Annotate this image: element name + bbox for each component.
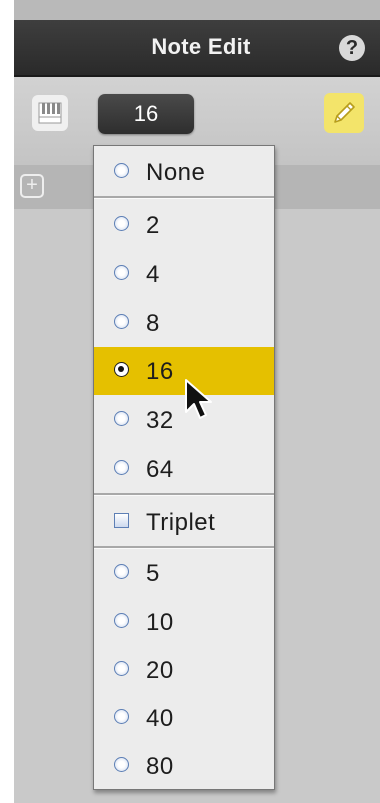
menu-separator [94, 493, 274, 496]
menu-item-label: 2 [146, 212, 160, 239]
quantize-dropdown-menu: None 2 4 8 16 32 64 Triplet 5 10 20 40 8… [93, 145, 275, 790]
menu-item-label: 40 [146, 705, 174, 732]
checkbox-icon [114, 513, 129, 528]
radio-icon [114, 661, 129, 676]
menu-item-label: 10 [146, 609, 174, 636]
menu-item-triplet[interactable]: Triplet [94, 498, 274, 546]
menu-item-10[interactable]: 10 [94, 598, 274, 646]
mouse-cursor-icon [185, 379, 212, 419]
menu-item-5[interactable]: 5 [94, 549, 274, 597]
panel-title: Note Edit [151, 34, 251, 59]
radio-icon [114, 564, 129, 579]
menu-item-label: 8 [146, 310, 160, 337]
menu-item-label: 32 [146, 407, 174, 434]
radio-icon [114, 613, 129, 628]
radio-icon [114, 460, 129, 475]
menu-item-label: 16 [146, 358, 174, 385]
menu-item-80[interactable]: 80 [94, 742, 274, 790]
menu-item-64[interactable]: 64 [94, 445, 274, 493]
menu-item-none[interactable]: None [94, 148, 274, 196]
menu-item-label: 64 [146, 456, 174, 483]
menu-item-label: 4 [146, 261, 160, 288]
menu-item-20[interactable]: 20 [94, 646, 274, 694]
radio-icon [114, 314, 129, 329]
menu-item-label: 5 [146, 560, 160, 587]
panel-top-strip [14, 0, 380, 20]
menu-item-label: Triplet [146, 509, 216, 536]
title-bar: Note Edit ? [14, 20, 380, 77]
menu-item-label: None [146, 159, 206, 186]
radio-icon [114, 709, 129, 724]
menu-item-label: 80 [146, 753, 174, 780]
radio-icon [114, 757, 129, 772]
radio-icon [114, 411, 129, 426]
quantize-select[interactable]: 16 [98, 94, 194, 134]
pencil-icon[interactable] [324, 93, 364, 133]
help-icon[interactable]: ? [339, 35, 365, 61]
menu-separator [94, 196, 274, 199]
menu-item-40[interactable]: 40 [94, 694, 274, 742]
radio-icon [114, 163, 129, 178]
menu-item-4[interactable]: 4 [94, 250, 274, 298]
menu-item-label: 20 [146, 657, 174, 684]
piano-roll-icon[interactable] [32, 95, 68, 131]
menu-item-8[interactable]: 8 [94, 299, 274, 347]
add-icon[interactable]: + [20, 174, 44, 198]
menu-item-2[interactable]: 2 [94, 201, 274, 249]
radio-icon [114, 216, 129, 231]
radio-selected-icon [114, 362, 129, 377]
radio-icon [114, 265, 129, 280]
